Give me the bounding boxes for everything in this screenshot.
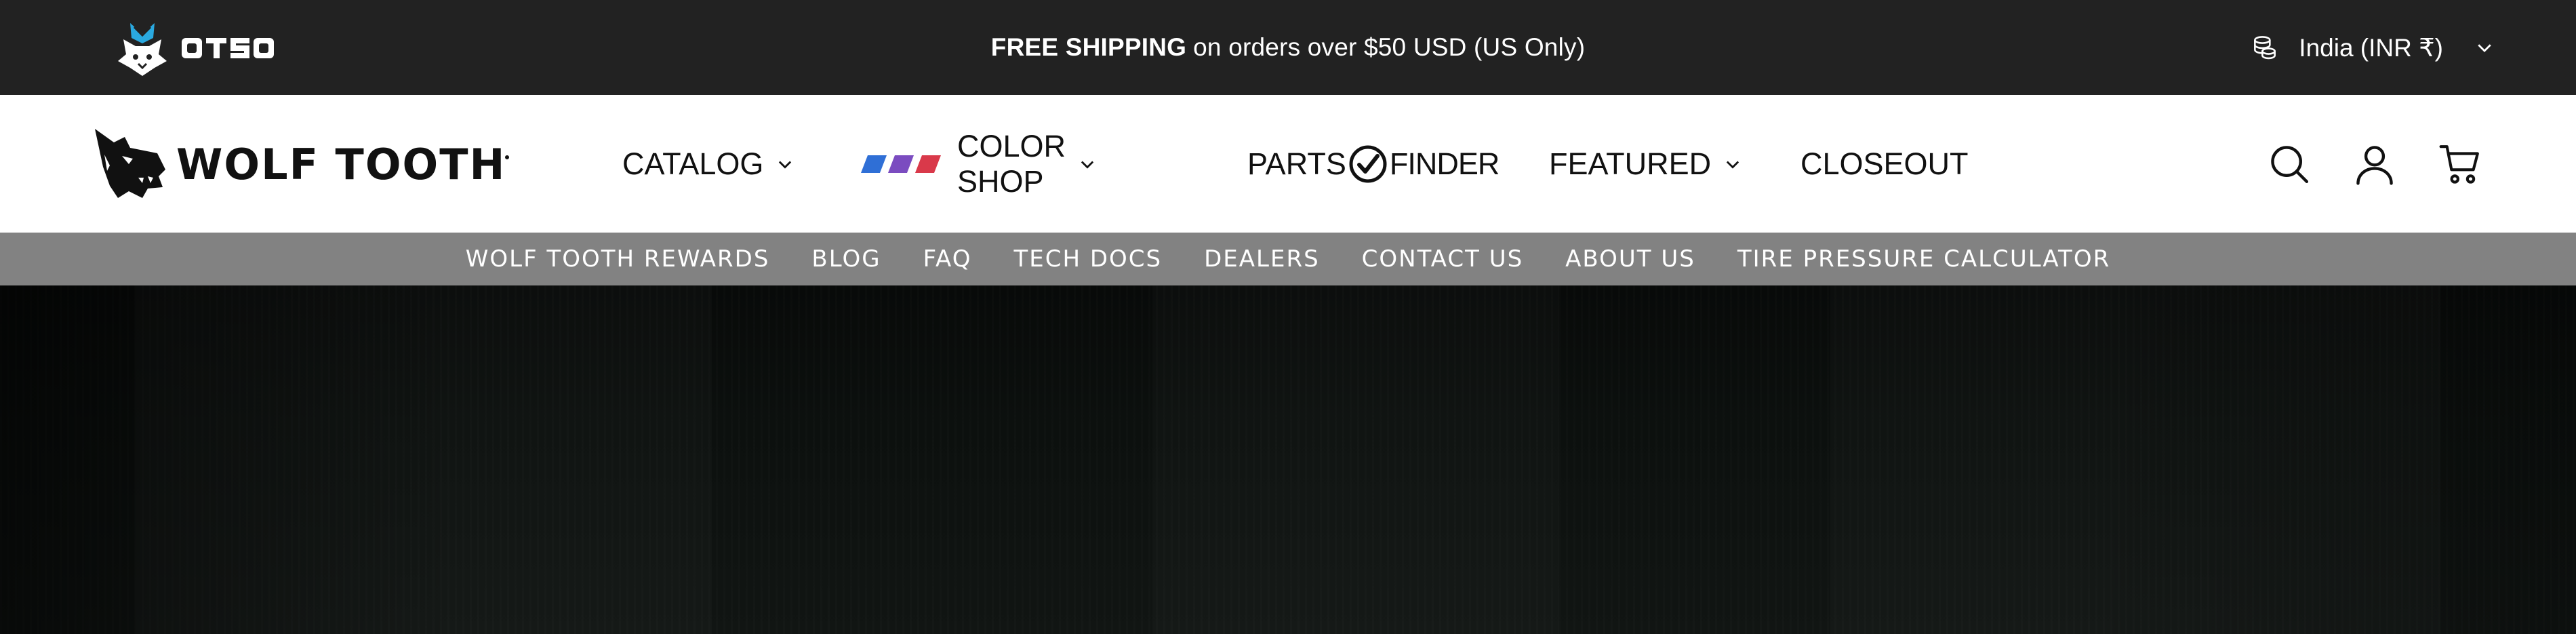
otso-logo-link[interactable] bbox=[115, 15, 298, 80]
currency-selector[interactable]: India (INR ₹) bbox=[2250, 0, 2495, 95]
site-header: WOLF TOOTH CATALOG COLOR SHOP PARTS FIND… bbox=[0, 95, 2576, 233]
hero-texture bbox=[136, 285, 712, 634]
subnav-rewards[interactable]: WOLF TOOTH REWARDS bbox=[466, 245, 770, 273]
chevron-down-icon bbox=[1066, 155, 1097, 174]
svg-text:WOLF TOOTH: WOLF TOOTH bbox=[176, 140, 506, 189]
cart-icon[interactable] bbox=[2439, 143, 2481, 185]
color-stripes-icon bbox=[860, 154, 957, 174]
subnav-dealers[interactable]: DEALERS bbox=[1204, 245, 1320, 273]
subnav-contact-us[interactable]: CONTACT US bbox=[1362, 245, 1524, 273]
currency-label: India (INR ₹) bbox=[2299, 33, 2443, 62]
wolf-tooth-logo-link[interactable]: WOLF TOOTH bbox=[95, 127, 515, 202]
nav-catalog-label: CATALOG bbox=[622, 146, 764, 181]
subnav-faq[interactable]: FAQ bbox=[923, 245, 972, 273]
chevron-down-icon bbox=[1711, 155, 1742, 174]
hero-texture bbox=[1830, 285, 2440, 634]
nav-closeout-label: CLOSEOUT bbox=[1800, 146, 1969, 181]
chevron-down-icon bbox=[2462, 37, 2495, 58]
chevron-down-icon bbox=[763, 155, 794, 174]
subnav-tire-pressure-calculator[interactable]: TIRE PRESSURE CALCULATOR bbox=[1737, 245, 2110, 273]
subnav-blog[interactable]: BLOG bbox=[811, 245, 881, 273]
nav-closeout[interactable]: CLOSEOUT bbox=[1800, 137, 1969, 191]
nav-finder-label: FINDER bbox=[1389, 146, 1500, 181]
wolf-tooth-logo: WOLF TOOTH bbox=[95, 129, 509, 198]
nav-featured-label: FEATURED bbox=[1549, 146, 1712, 181]
nav-catalog[interactable]: CATALOG bbox=[622, 137, 794, 191]
announcement-text: on orders over $50 USD (US Only) bbox=[1193, 33, 1586, 61]
nav-parts-label: PARTS bbox=[1247, 146, 1346, 181]
hero-texture bbox=[1152, 285, 1559, 634]
nav-featured[interactable]: FEATURED bbox=[1549, 137, 1742, 191]
announcement-bold: FREE SHIPPING bbox=[990, 33, 1187, 61]
otso-logo bbox=[118, 23, 274, 76]
account-icon[interactable] bbox=[2354, 143, 2396, 185]
subnav-about-us[interactable]: ABOUT US bbox=[1565, 245, 1695, 273]
subnav-tech-docs[interactable]: TECH DOCS bbox=[1013, 245, 1162, 273]
nav-color-shop[interactable]: COLOR SHOP bbox=[860, 129, 1097, 199]
hero-image bbox=[0, 285, 2576, 634]
announcement-bar: FREE SHIPPING on orders over $50 USD (US… bbox=[0, 0, 2576, 95]
shipping-announcement: FREE SHIPPING on orders over $50 USD (US… bbox=[0, 0, 2576, 95]
nav-parts-finder[interactable]: PARTS FINDER bbox=[1247, 137, 1500, 191]
search-icon[interactable] bbox=[2268, 143, 2310, 185]
coins-icon bbox=[2250, 33, 2280, 62]
header-actions bbox=[2268, 95, 2481, 233]
checkmark-circle-icon bbox=[1346, 144, 1390, 184]
secondary-navigation: WOLF TOOTH REWARDS BLOG FAQ TECH DOCS DE… bbox=[0, 233, 2576, 285]
nav-color-shop-label: COLOR SHOP bbox=[957, 129, 1066, 199]
